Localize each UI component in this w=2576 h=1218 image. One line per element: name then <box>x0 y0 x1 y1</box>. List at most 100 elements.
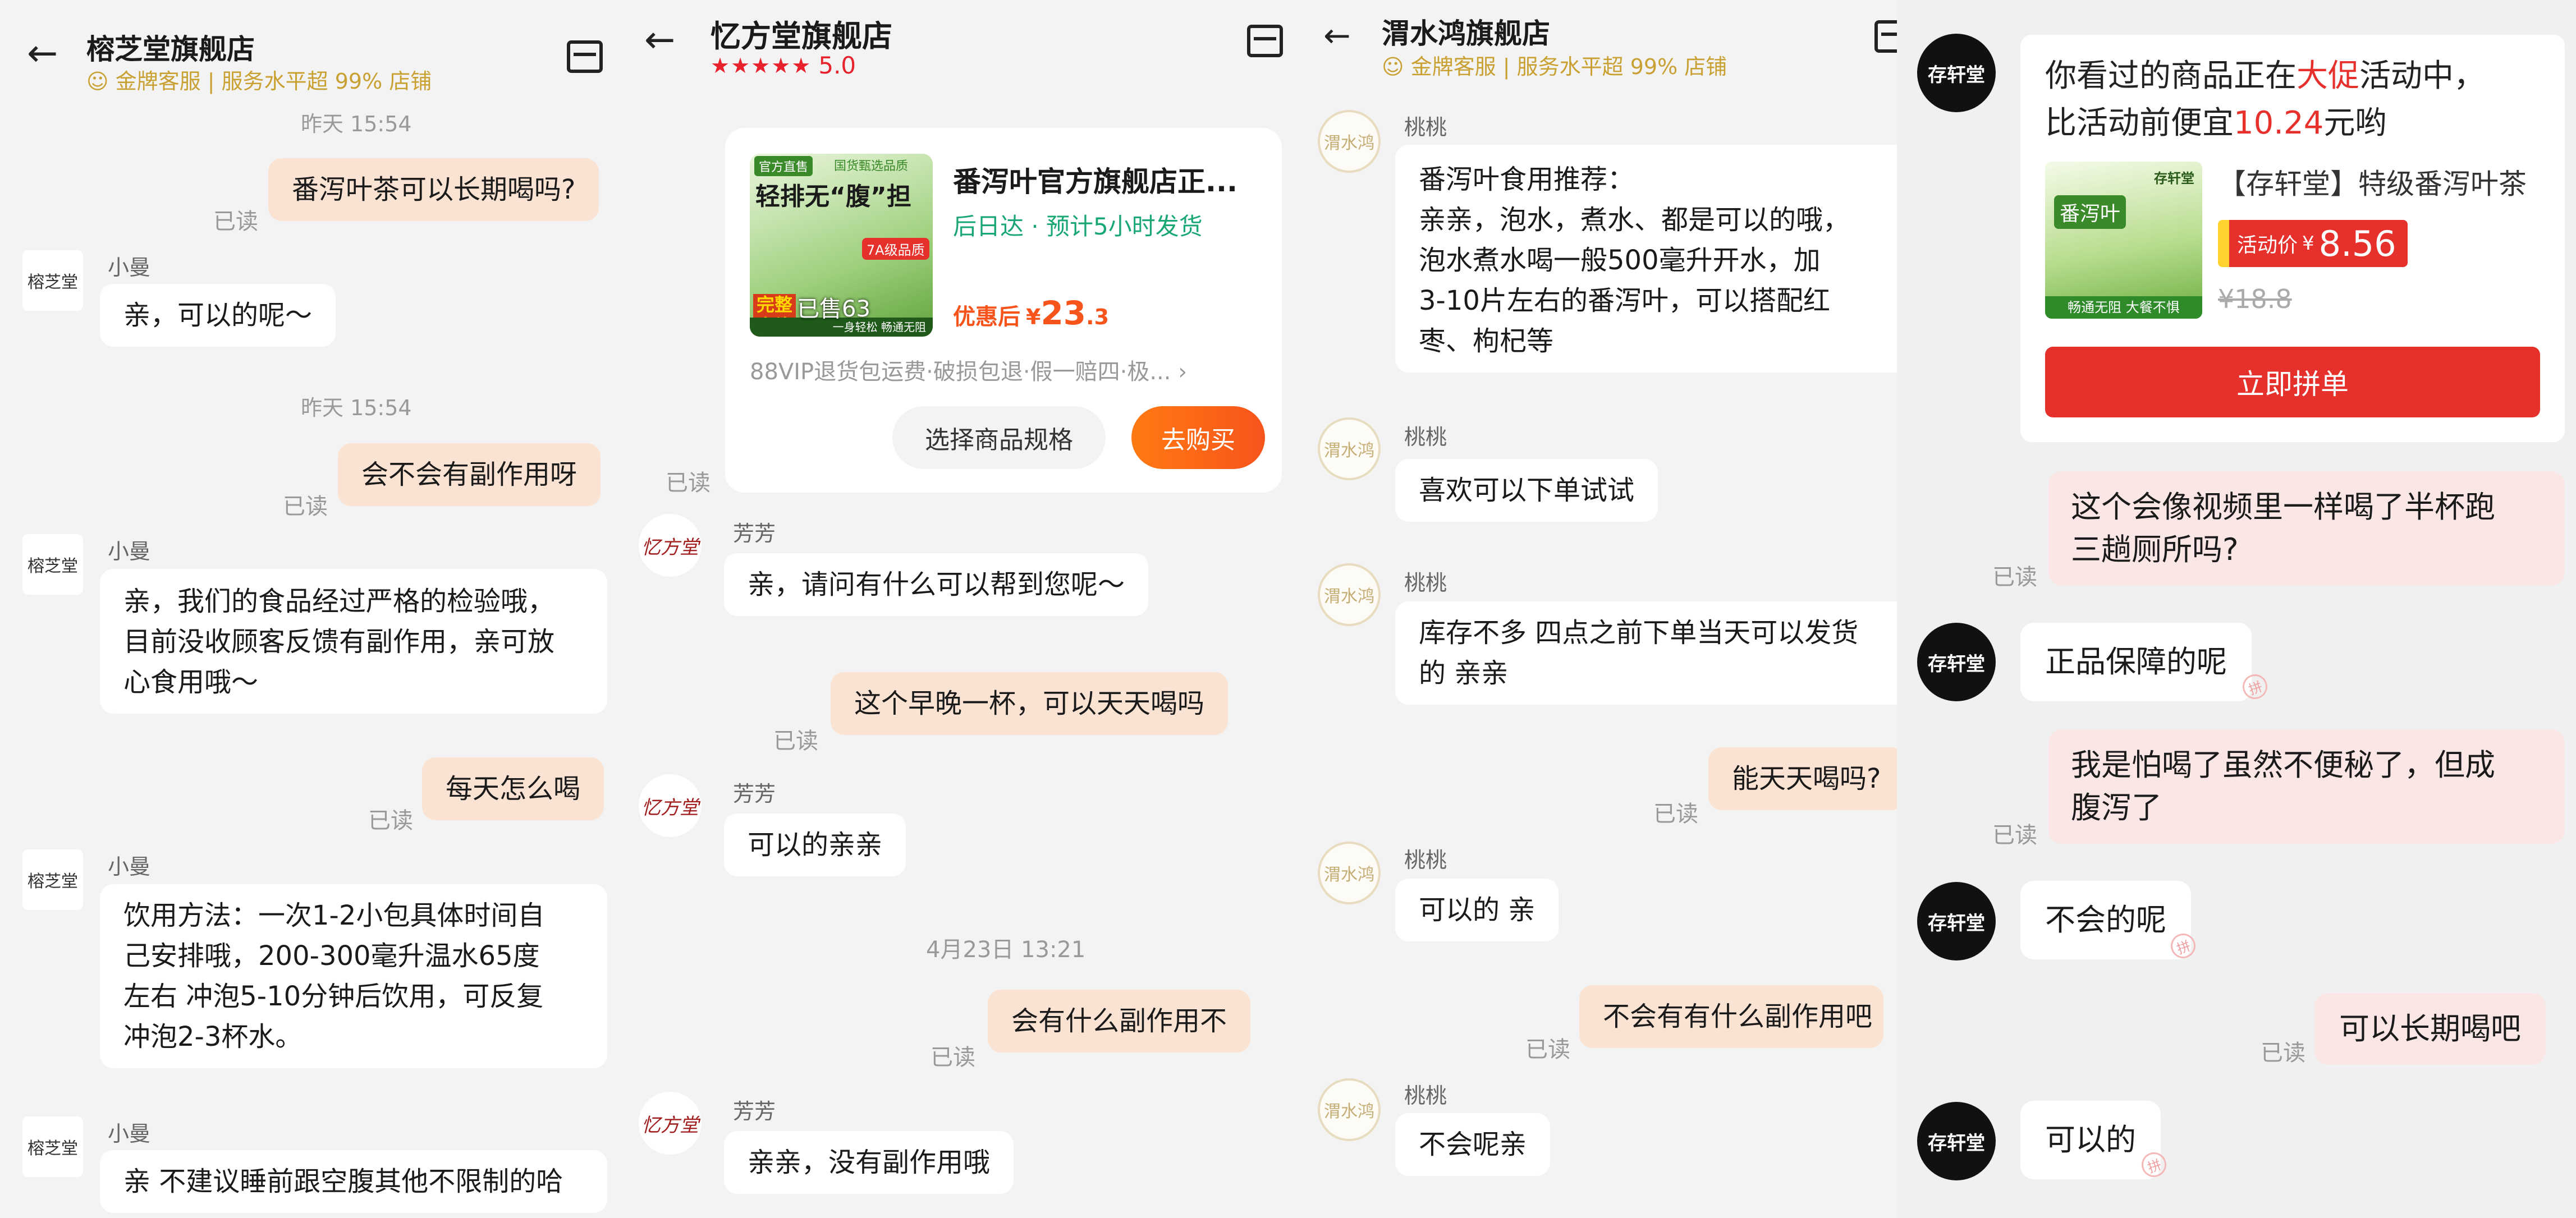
tag-label: 活动价 <box>2237 234 2298 257</box>
message-line: 冲泡2-3杯水。 <box>123 1021 302 1052</box>
tag-symbol: ¥ <box>2302 232 2314 255</box>
shop-avatar[interactable]: 渭水鸿 <box>1318 563 1381 626</box>
tag-body: 活动价 ¥ 8.56 <box>2229 220 2408 267</box>
shop-avatar[interactable]: 榕芝堂 <box>22 849 83 910</box>
agent-name: 桃桃 <box>1404 425 1447 449</box>
shop-name[interactable]: 榕芝堂旗舰店 <box>86 27 255 67</box>
image-slogan: 畅通无阻 大餐不惧 <box>2045 296 2202 319</box>
read-receipt: 已读 <box>368 808 413 834</box>
agent-name: 小曼 <box>108 255 151 280</box>
back-arrow-icon[interactable]: ← <box>27 35 58 72</box>
rating-stars: ★★★★★ <box>711 53 812 78</box>
agent-name: 桃桃 <box>1404 571 1447 595</box>
service-guarantees[interactable]: 88VIP退货包运费·破损包退·假一赔四·极... › <box>750 353 1187 386</box>
sold-count: 已售63 <box>797 296 870 322</box>
service-badge: ☺ 金牌客服 | 服务水平超 99% 店铺 <box>1382 49 1727 80</box>
read-receipt: 已读 <box>213 209 258 235</box>
outgoing-message: 不会有有什么副作用吧 <box>1579 985 1884 1048</box>
shop-avatar[interactable]: 渭水鸿 <box>1318 417 1381 480</box>
product-image[interactable]: 官方直售 国货甄选品质 轻排无“腹”担 7A级品质 完整大片 一身轻松 畅通无阻… <box>750 154 933 337</box>
image-title: 番泻叶 <box>2054 195 2126 229</box>
incoming-message: 库存不多 四点之前下单当天可以发货 的 亲亲 <box>1395 601 1897 705</box>
incoming-message: 饮用方法：一次1-2小包具体时间自 己安排哦，200-300毫升温水65度 左右… <box>100 884 607 1068</box>
image-tag: 官方直售 <box>754 156 813 176</box>
outgoing-message: 这个会像视频里一样喝了半杯跑 三趟厕所吗? <box>2048 471 2565 586</box>
image-brand: 存轩堂 <box>2154 171 2194 186</box>
shop-avatar[interactable]: 渭水鸿 <box>1318 842 1381 904</box>
shop-avatar[interactable]: 榕芝堂 <box>22 534 83 595</box>
group-buy-button[interactable]: 立即拼单 <box>2045 347 2540 417</box>
chat-panel-yifangtang: ← 忆方堂旗舰店 ★★★★★ 5.0 已读 官方直售 国货甄选品质 轻排无“腹”… <box>633 0 1301 1218</box>
shop-avatar[interactable]: 存轩堂 <box>1917 1102 1996 1180</box>
shop-avatar[interactable]: 榕芝堂 <box>22 250 83 311</box>
shop-avatar[interactable]: 存轩堂 <box>1917 34 1996 112</box>
message-line: 这个会像视频里一样喝了半杯跑 <box>2071 489 2495 525</box>
agent-name: 小曼 <box>108 1122 151 1146</box>
message-line: 三趟厕所吗? <box>2071 532 2239 567</box>
shop-icon[interactable] <box>1874 20 1897 53</box>
shop-name[interactable]: 忆方堂旗舰店 <box>711 11 892 56</box>
read-receipt: 已读 <box>1525 1037 1570 1063</box>
shop-icon[interactable] <box>1247 25 1283 57</box>
incoming-message: 亲，请问有什么可以帮到您呢～ <box>724 553 1149 616</box>
product-price: 优惠后 ¥23.3 <box>953 294 1109 332</box>
shop-avatar[interactable]: 忆方堂 <box>639 1092 702 1155</box>
product-image[interactable]: 存轩堂 番泻叶 畅通无阻 大餐不惧 <box>2045 162 2202 319</box>
promo-highlight: 大促 <box>2297 58 2359 94</box>
agent-name: 芳芳 <box>733 1099 776 1124</box>
service-badge-text: 金牌客服 | 服务水平超 99% 店铺 <box>1410 54 1727 79</box>
message-line: 库存不多 四点之前下单当天可以发货 <box>1419 617 1859 649</box>
shop-avatar[interactable]: 渭水鸿 <box>1318 110 1381 173</box>
promo-text-part: 比活动前便宜 <box>2045 105 2234 141</box>
shop-avatar[interactable]: 忆方堂 <box>639 514 702 577</box>
service-badge: ☺ 金牌客服 | 服务水平超 99% 店铺 <box>86 64 432 95</box>
promo-text: 你看过的商品正在大促活动中， 比活动前便宜10.24元哟 <box>2045 53 2485 147</box>
read-receipt: 已读 <box>1992 564 2037 590</box>
message-line: 亲亲，泡水，煮水、都是可以的哦， <box>1419 204 1850 236</box>
promo-line: 你看过的商品正在大促活动中， <box>2045 53 2485 100</box>
agent-name: 桃桃 <box>1404 1083 1447 1108</box>
agent-name: 桃桃 <box>1404 848 1447 872</box>
shop-avatar[interactable]: 忆方堂 <box>639 774 702 837</box>
read-receipt: 已读 <box>2261 1040 2305 1066</box>
shop-avatar[interactable]: 榕芝堂 <box>22 1116 83 1177</box>
read-receipt: 已读 <box>931 1045 975 1070</box>
price-integer: 23 <box>1041 294 1087 332</box>
agent-name: 小曼 <box>108 854 151 879</box>
back-arrow-icon[interactable]: ← <box>1323 19 1351 52</box>
outgoing-message: 可以长期喝吧 <box>2314 993 2546 1065</box>
message-line: 心食用哦～ <box>123 667 259 698</box>
chat-panel-cunxuantang: 存轩堂 你看过的商品正在大促活动中， 比活动前便宜10.24元哟 存轩堂 番泻叶… <box>1897 0 2576 1218</box>
buy-button[interactable]: 去购买 <box>1131 406 1265 469</box>
rating-value: 5.0 <box>818 52 856 79</box>
message-line: 番泻叶食用推荐： <box>1419 164 1635 195</box>
product-title[interactable]: 【存轩堂】特级番泻叶茶 <box>2218 162 2527 202</box>
incoming-message: 可以的 亲 <box>1395 879 1559 941</box>
read-receipt: 已读 <box>1653 801 1698 827</box>
read-receipt: 已读 <box>1992 822 2037 848</box>
tag-stripe <box>2218 220 2229 267</box>
timestamp: 4月23日 13:21 <box>926 937 1086 963</box>
incoming-message: 亲亲，没有副作用哦 <box>724 1131 1014 1194</box>
image-badge-line: 完整 <box>757 294 793 315</box>
incoming-message: 喜欢可以下单试试 <box>1395 459 1658 522</box>
product-card[interactable]: 官方直售 国货甄选品质 轻排无“腹”担 7A级品质 完整大片 一身轻松 畅通无阻… <box>725 128 1282 493</box>
back-arrow-icon[interactable]: ← <box>644 21 675 58</box>
shop-avatar[interactable]: 存轩堂 <box>1917 882 1996 960</box>
price-decimal: .3 <box>1086 305 1110 329</box>
tag-price: 8.56 <box>2318 223 2396 264</box>
timestamp: 昨天 15:54 <box>301 112 412 136</box>
select-spec-button[interactable]: 选择商品规格 <box>892 406 1106 469</box>
shop-name[interactable]: 渭水鸿旗舰店 <box>1382 11 1550 52</box>
incoming-message: 不会的呢 <box>2020 881 2191 959</box>
promo-discount: 10.24 <box>2234 105 2324 141</box>
message-line: 亲，我们的食品经过严格的检验哦， <box>123 586 555 617</box>
incoming-message: 可以的 <box>2020 1101 2161 1179</box>
outgoing-message: 会不会有副作用呀 <box>338 443 601 506</box>
promo-card[interactable]: 你看过的商品正在大促活动中， 比活动前便宜10.24元哟 存轩堂 番泻叶 畅通无… <box>2020 35 2565 442</box>
product-title[interactable]: 番泻叶官方旗舰店正... <box>953 159 1237 200</box>
shop-avatar[interactable]: 存轩堂 <box>1917 623 1996 701</box>
message-line: 己安排哦，200-300毫升温水65度 <box>123 940 540 972</box>
shop-avatar[interactable]: 渭水鸿 <box>1318 1078 1381 1141</box>
shop-icon[interactable] <box>567 40 603 73</box>
